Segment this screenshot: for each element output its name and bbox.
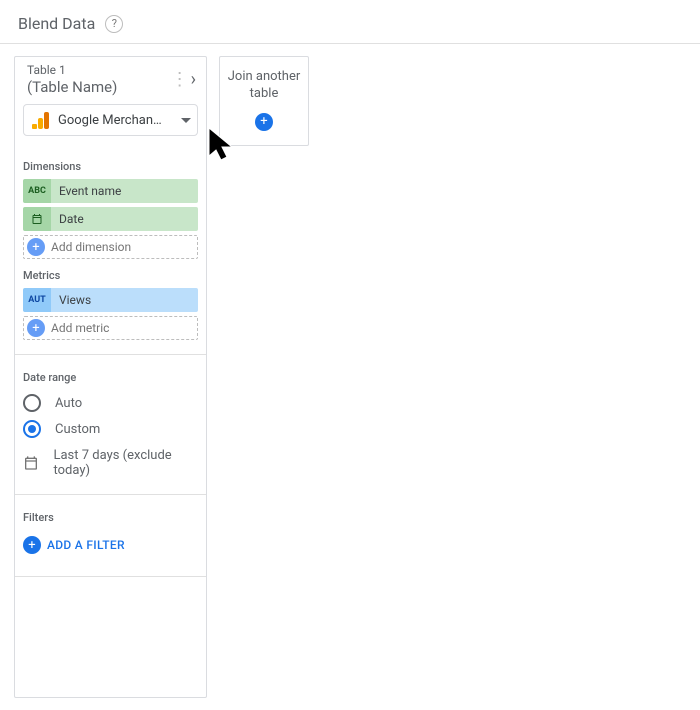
google-analytics-icon xyxy=(32,111,50,129)
abc-type-icon: ABC xyxy=(23,179,51,203)
add-filter-button[interactable]: + ADD A FILTER xyxy=(23,536,198,554)
metric-name: Views xyxy=(51,288,198,312)
date-range-custom-radio[interactable]: Custom xyxy=(23,420,198,438)
date-range-picker[interactable]: Last 7 days (exclude today) xyxy=(23,448,198,478)
filters-label: Filters xyxy=(23,511,198,524)
dimensions-label: Dimensions xyxy=(23,160,198,173)
add-metric-button[interactable]: + Add metric xyxy=(23,316,198,340)
date-range-label: Date range xyxy=(23,371,198,384)
data-source-name: Google Merchan… xyxy=(58,113,177,128)
filters-section: Filters + ADD A FILTER xyxy=(15,495,206,570)
join-another-table-button[interactable]: Join another table + xyxy=(219,56,309,146)
table-header: Table 1 (Table Name) ⋮ › xyxy=(15,57,206,100)
table-card-empty-area xyxy=(15,577,206,697)
data-source-select[interactable]: Google Merchan… xyxy=(23,104,198,136)
chevron-down-icon xyxy=(181,118,191,123)
table-id-label: Table 1 xyxy=(27,63,169,77)
table-name[interactable]: (Table Name) xyxy=(27,78,169,96)
calendar-type-icon xyxy=(23,207,51,231)
table-card: Table 1 (Table Name) ⋮ › Google Merchan…… xyxy=(14,56,207,698)
blend-canvas: Table 1 (Table Name) ⋮ › Google Merchan…… xyxy=(0,44,700,710)
date-range-value: Last 7 days (exclude today) xyxy=(53,448,198,478)
dimension-name: Event name xyxy=(51,179,198,203)
chevron-right-icon[interactable]: › xyxy=(191,69,196,90)
dimension-field[interactable]: ABC Event name xyxy=(23,179,198,203)
metrics-label: Metrics xyxy=(23,269,198,282)
metric-field[interactable]: AUT Views xyxy=(23,288,198,312)
app-title: Blend Data xyxy=(18,14,95,33)
plus-icon: + xyxy=(27,319,45,337)
plus-icon: + xyxy=(255,113,273,131)
plus-icon: + xyxy=(23,536,41,554)
date-range-section: Date range Auto Custom Last 7 days (excl… xyxy=(15,355,206,488)
aut-type-icon: AUT xyxy=(23,288,51,312)
plus-icon: + xyxy=(27,238,45,256)
more-icon[interactable]: ⋮ xyxy=(169,69,191,90)
app-header: Blend Data ? xyxy=(0,0,700,44)
help-icon[interactable]: ? xyxy=(105,15,123,33)
date-range-auto-radio[interactable]: Auto xyxy=(23,394,198,412)
join-text: Join another table xyxy=(226,69,302,103)
add-dimension-button[interactable]: + Add dimension xyxy=(23,235,198,259)
dimension-name: Date xyxy=(51,207,198,231)
dimension-field[interactable]: Date xyxy=(23,207,198,231)
dimensions-section: Dimensions ABC Event name Date + Add dim… xyxy=(15,146,206,348)
calendar-icon xyxy=(23,454,39,472)
